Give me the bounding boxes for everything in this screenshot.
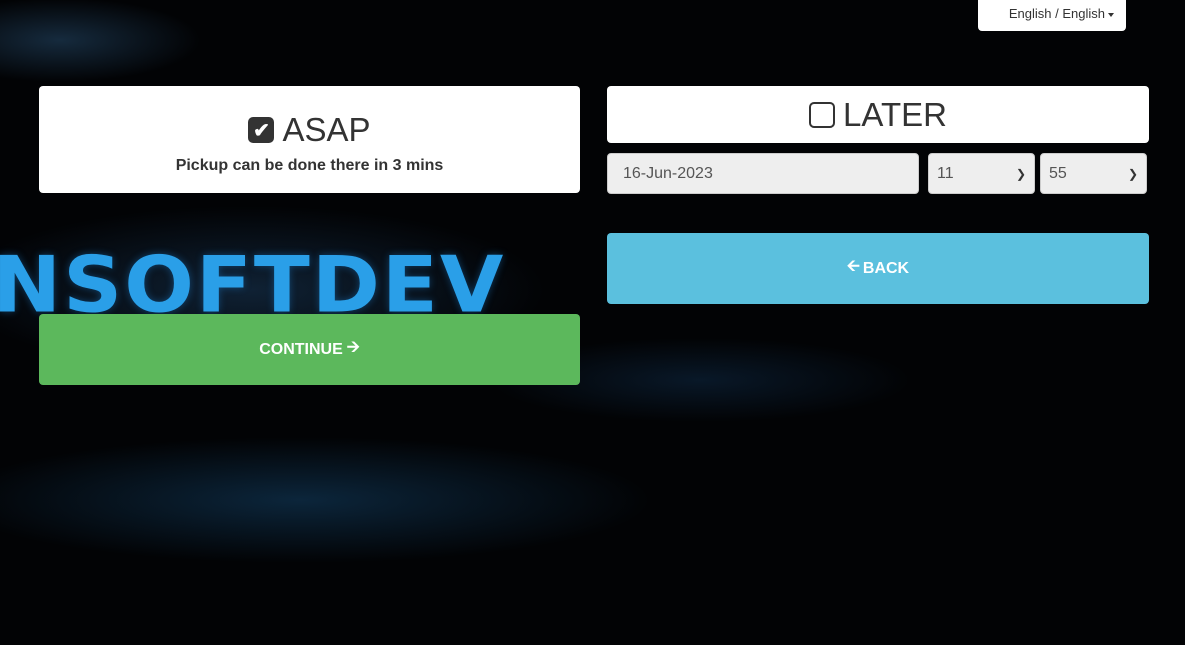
chevron-down-icon: ❯ — [1127, 167, 1138, 181]
continue-label: CONTINUE — [259, 340, 343, 358]
checkbox-unchecked-icon[interactable] — [809, 102, 836, 128]
pickup-time-text: Pickup can be done there in 3 mins — [175, 157, 444, 174]
hour-value: 11 — [937, 165, 954, 182]
back-label: BACK — [862, 259, 910, 277]
minute-value: 55 — [1049, 165, 1067, 182]
language-label: English / English — [1008, 6, 1105, 21]
chevron-down-icon: ❯ — [1015, 167, 1026, 181]
asap-option[interactable]: ✔ ASAP Pickup can be done there in 3 mins — [39, 86, 580, 193]
hour-select[interactable]: 11 ❯ — [928, 153, 1035, 194]
language-dropdown[interactable]: English / English — [978, 0, 1126, 31]
minute-select[interactable]: 55 ❯ — [1040, 153, 1147, 194]
checkbox-checked-icon[interactable]: ✔ — [248, 117, 275, 143]
later-label: LATER — [843, 96, 947, 133]
arrow-right-icon: 🡪 — [346, 339, 360, 356]
continue-button[interactable]: CONTINUE 🡪 — [39, 314, 580, 385]
asap-label: ASAP — [282, 111, 371, 148]
caret-down-icon — [1108, 12, 1114, 17]
later-option[interactable]: LATER — [607, 86, 1149, 143]
arrow-left-icon: 🡨 — [846, 258, 860, 275]
date-input[interactable]: 16-Jun-2023 — [607, 153, 919, 194]
back-button[interactable]: 🡨 BACK — [607, 233, 1149, 304]
